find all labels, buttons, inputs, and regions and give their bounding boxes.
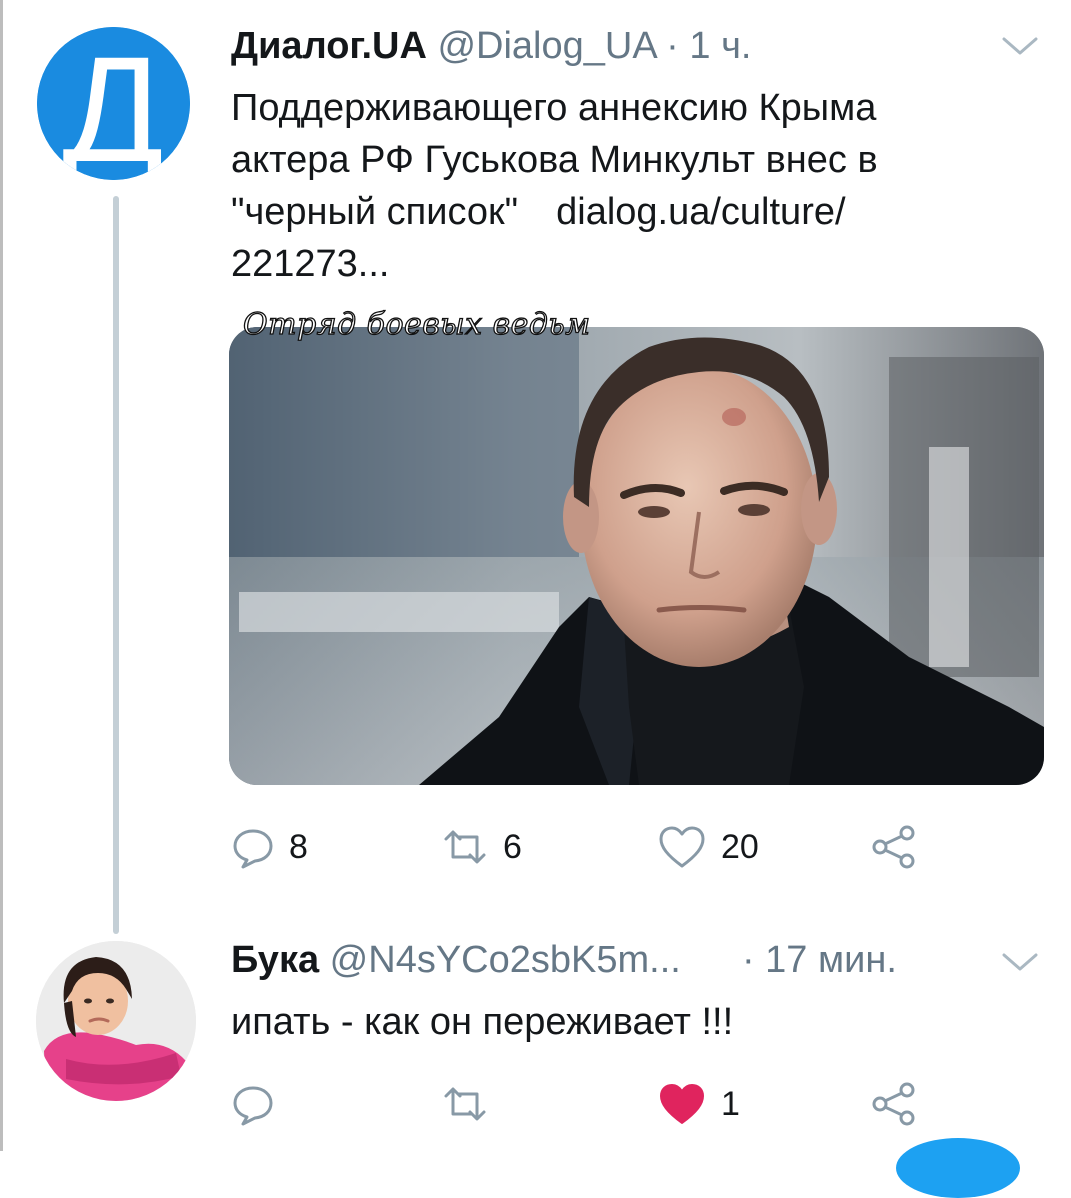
avatar-letter: Д [62,27,164,180]
tweet-text-line: ипать - как он переживает !!! [231,1001,734,1043]
window-edge [0,0,3,1151]
retweet-button[interactable]: 6 [441,823,522,871]
timestamp[interactable]: 17 мин. [765,939,897,981]
tweet-link[interactable]: dialog.ua/culture/ [556,191,845,233]
like-button[interactable]: 20 [657,823,759,871]
reply-button[interactable] [231,1080,275,1128]
separator-dot: · [666,25,679,67]
tweet-actions: 8 6 20 [231,823,931,871]
like-count: 1 [721,1085,740,1123]
tweet-header: Бука @N4sYCo2sbK5m... · 17 мин. [231,938,897,982]
heart-icon [657,824,707,870]
share-icon [871,1081,917,1127]
retweet-count: 6 [503,828,522,866]
like-button[interactable]: 1 [657,1080,740,1128]
reply-icon [231,1082,275,1126]
retweet-icon [441,825,489,869]
tweet-text-line: актера РФ Гуськова Минкульт внес в [231,139,878,181]
tweet-header: Диалог.UA @Dialog_UA · 1 ч. [231,24,751,68]
tweet-text-line: Поддерживающего аннексию Крыма [231,87,877,129]
chevron-down-icon[interactable] [1001,950,1039,974]
author-handle[interactable]: @N4sYCo2sbK5m... [330,939,681,981]
tweet-photo[interactable] [229,327,1044,785]
image-watermark: Отряд боевых ведьм [242,306,591,342]
retweet-icon [441,1082,489,1126]
avatar[interactable]: Д [37,27,190,180]
reply-icon [231,825,275,869]
separator-dot: · [741,939,755,981]
reply-count: 8 [289,828,308,866]
timestamp[interactable]: 1 ч. [689,25,751,67]
share-button[interactable] [871,1080,917,1128]
heart-filled-icon [657,1081,707,1127]
tweet-actions: 1 [231,1080,931,1128]
tweet-text: Поддерживающего аннексию Крыма актера РФ… [231,82,1031,290]
thread-connector-line [113,196,119,934]
compose-button[interactable] [896,1138,1020,1198]
share-button[interactable] [871,823,917,871]
tweet-text-line: "черный список" dialog.ua/culture/ [231,186,1031,238]
author-name[interactable]: Диалог.UA [231,25,427,67]
avatar[interactable] [36,941,196,1101]
tweet-text-segment: "черный список" [231,191,519,233]
chevron-down-icon[interactable] [1001,34,1039,58]
author-name[interactable]: Бука [231,939,319,981]
retweet-button[interactable] [441,1080,489,1128]
reply-button[interactable]: 8 [231,823,308,871]
like-count: 20 [721,828,759,866]
tweet-text-line: 221273... [231,243,390,285]
share-icon [871,824,917,870]
author-handle[interactable]: @Dialog_UA [437,25,655,67]
tweet-text: ипать - как он переживает !!! [231,996,1031,1048]
